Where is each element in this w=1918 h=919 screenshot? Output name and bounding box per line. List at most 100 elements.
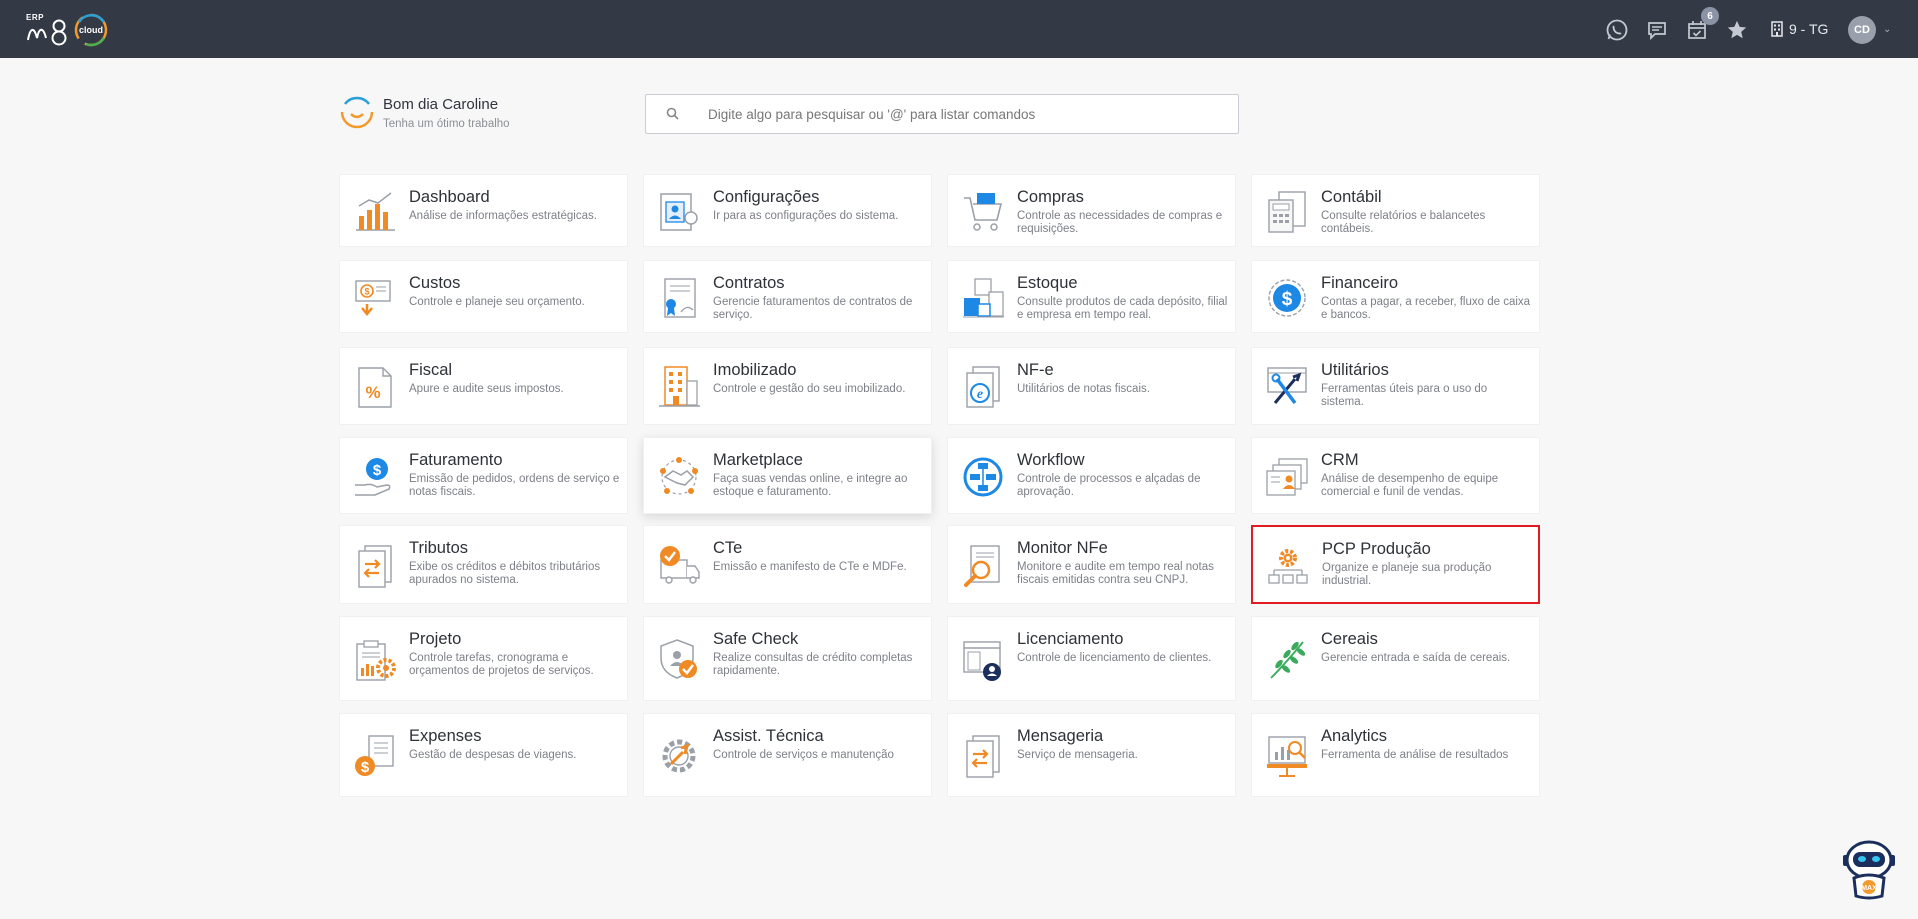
whatsapp-icon[interactable] [1605,18,1629,42]
module-title: CRM [1321,451,1359,469]
module-card-gear-wrench[interactable]: Assist. Técnica Controle de serviços e ma… [643,713,932,797]
module-description: Monitore e audite em tempo real notas fi… [1017,561,1214,586]
star-icon[interactable] [1725,18,1749,42]
search-box[interactable] [645,94,1239,134]
module-card-project-clipboard[interactable]: Projeto Controle tarefas, cronograma e or… [339,616,628,701]
svg-text:%: % [365,383,380,402]
module-card-handshake[interactable]: Marketplace Faça suas vendas online, e in… [643,437,932,514]
module-card-message-transfer[interactable]: Mensageria Serviço de mensageria. [947,713,1236,797]
expenses-icon: $ [353,734,397,778]
analytics-board-icon [1265,734,1309,778]
module-title: Expenses [409,727,482,745]
module-card-transfer-document[interactable]: Tributos Exibe os créditos e débitos trib… [339,525,628,604]
module-card-wheat[interactable]: Cereais Gerencie entrada e saída de cerea… [1251,616,1540,701]
crm-cards-icon [1265,455,1309,499]
module-card-shield-check[interactable]: Safe Check Realize consultas de crédito c… [643,616,932,701]
contract-icon [657,276,701,320]
module-card-money-down[interactable]: $ Custos Controle e planeje seu orçamento. [339,260,628,333]
production-gear-icon [1266,545,1310,589]
module-description: Realize consultas de crédito completas r… [713,652,913,677]
module-description: Controle tarefas, cronograma e orçamento… [409,652,594,677]
module-description: Ferramenta de análise de resultados [1321,749,1509,761]
top-bar: ERP cloud 6 9 - TG CD ⌄ [0,0,1918,58]
module-title: Monitor NFe [1017,539,1108,557]
module-title: Compras [1017,188,1084,206]
module-description: Gestão de despesas de viagens. [409,749,577,761]
module-card-percent-document[interactable]: % Fiscal Apure e audite seus impostos. [339,347,628,425]
module-description: Ferramentas úteis para o uso do sistema. [1321,383,1488,408]
search-icon [666,107,679,125]
money-down-icon: $ [353,276,397,320]
user-avatar[interactable]: CD [1848,16,1876,44]
module-title: Mensageria [1017,727,1104,745]
module-description: Gerencie faturamentos de contratos de se… [713,296,913,321]
module-card-crm-cards[interactable]: CRM Análise de desempenho de equipe comer… [1251,437,1540,514]
search-input[interactable] [708,95,1228,133]
bar-chart-icon [353,190,397,234]
module-card-expenses[interactable]: $ Expenses Gestão de despesas de viagens. [339,713,628,797]
module-title: Licenciamento [1017,630,1124,648]
module-card-building[interactable]: Imobilizado Controle e gestão do seu imob… [643,347,932,425]
module-card-analytics-board[interactable]: Analytics Ferramenta de análise de result… [1251,713,1540,797]
module-description: Controle de processos e alçadas de aprov… [1017,473,1201,498]
module-card-tools[interactable]: Utilitários Ferramentas úteis para o uso … [1251,347,1540,425]
building-icon [1771,21,1783,37]
module-description: Controle de licenciamento de clientes. [1017,652,1212,664]
wheat-icon [1265,638,1309,682]
module-card-workflow[interactable]: Workflow Controle de processos e alçadas … [947,437,1236,514]
module-title: Safe Check [713,630,799,648]
module-card-nfe-document[interactable]: e NF-e Utilitários de notas fiscais. [947,347,1236,425]
tools-icon [1265,365,1309,409]
module-description: Emissão e manifesto de CTe e MDFe. [713,561,907,573]
max-assistant-robot-icon[interactable]: MAX [1840,838,1898,900]
module-title: Utilitários [1321,361,1389,379]
user-initials: CD [1854,24,1870,36]
chevron-down-icon[interactable]: ⌄ [1883,24,1891,35]
module-description: Controle de serviços e manutenção [713,749,894,761]
calculator-icon [1265,190,1309,234]
svg-text:$: $ [1282,289,1293,310]
module-title: Fiscal [409,361,453,379]
logo-erp-text: ERP [26,13,44,22]
module-description: Utilitários de notas fiscais. [1017,383,1150,395]
module-card-dollar-circle[interactable]: $ Financeiro Contas a pagar, a receber, fl… [1251,260,1540,333]
greeting-title: Bom dia Caroline [383,96,499,113]
module-card-license[interactable]: Licenciamento Controle de licenciamento d… [947,616,1236,701]
module-description: Controle e gestão do seu imobilizado. [713,383,906,395]
module-title: Faturamento [409,451,503,469]
module-card-warehouse[interactable]: Estoque Consulte produtos de cada depósit… [947,260,1236,333]
module-card-shopping-cart[interactable]: Compras Controle as necessidades de compr… [947,174,1236,247]
shield-check-icon [657,638,701,682]
module-description: Apure e audite seus impostos. [409,383,564,395]
percent-document-icon: % [353,365,397,409]
building-icon [657,365,701,409]
module-title: Contratos [713,274,785,292]
module-card-magnifier-document[interactable]: Monitor NFe Monitore e audite em tempo re… [947,525,1236,604]
nfe-document-icon: e [961,365,1005,409]
calendar-icon[interactable]: 6 [1685,7,1719,42]
module-card-truck-check[interactable]: CTe Emissão e manifesto de CTe e MDFe. [643,525,932,604]
transfer-document-icon [353,544,397,588]
svg-text:$: $ [364,287,369,297]
module-title: Marketplace [713,451,803,469]
module-card-calculator[interactable]: Contábil Consulte relatórios e balancetes… [1251,174,1540,247]
handshake-icon [657,455,701,499]
module-card-bar-chart[interactable]: Dashboard Análise de informações estratég… [339,174,628,247]
company-selector[interactable]: 9 - TG [1770,21,1828,37]
module-description: Emissão de pedidos, ordens de serviço e … [409,473,620,498]
module-description: Consulte produtos de cada depósito, fili… [1017,296,1228,321]
module-description: Organize e planeje sua produção industri… [1322,562,1492,587]
greeting-subtitle: Tenha um ótimo trabalho [383,118,510,130]
module-description: Ir para as configurações do sistema. [713,210,899,222]
module-description: Análise de desempenho de equipe comercia… [1321,473,1499,498]
module-card-contract[interactable]: Contratos Gerencie faturamentos de contra… [643,260,932,333]
module-card-production-gear[interactable]: PCP Produção Organize e planeje sua produ… [1251,525,1540,604]
module-description: Análise de informações estratégicas. [409,210,597,222]
m8-cloud-logo[interactable]: ERP cloud [24,10,114,50]
module-description: Contas a pagar, a receber, fluxo de caix… [1321,296,1531,321]
module-title: Financeiro [1321,274,1399,292]
module-card-settings-profile[interactable]: Configurações Ir para as configurações do… [643,174,932,247]
chat-icon[interactable] [1645,18,1669,42]
module-card-hand-dollar[interactable]: $ Faturamento Emissão de pedidos, ordens d… [339,437,628,514]
workflow-icon [961,455,1005,499]
